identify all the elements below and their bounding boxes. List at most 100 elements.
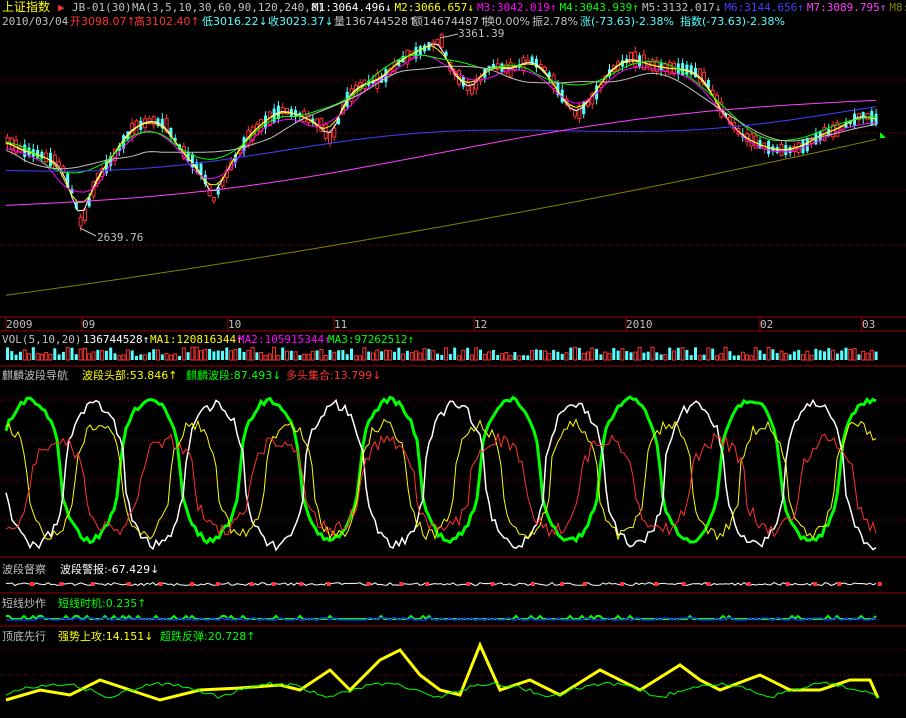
volume-bar xyxy=(31,347,35,360)
volume-bar xyxy=(633,351,638,361)
volume-bar xyxy=(383,349,388,361)
volume-bar xyxy=(586,351,590,361)
volume-bar xyxy=(431,350,436,361)
volume-bar xyxy=(556,351,560,360)
volume-title: VOL(5,10,20) xyxy=(2,333,82,346)
volume-bar xyxy=(57,354,61,360)
volume-ma2: MA2:105915344↑ xyxy=(238,333,331,346)
time-label-12: 12 xyxy=(474,318,488,331)
volume-bar xyxy=(91,351,96,361)
volume-ma1: MA1:120816344↑ xyxy=(150,333,243,346)
volume-bar xyxy=(302,353,307,361)
wave-alarm-marker xyxy=(813,582,818,586)
volume-bar xyxy=(469,354,474,361)
volume-bar xyxy=(706,347,711,361)
candle-body xyxy=(633,51,638,68)
volume-bar xyxy=(500,353,504,361)
time-label-2010: 2010 xyxy=(626,318,653,331)
volume-bar xyxy=(857,354,861,360)
volume-bar xyxy=(319,348,324,361)
volume-bar xyxy=(147,352,151,360)
volume-bar xyxy=(737,355,740,360)
volume-bar xyxy=(831,349,836,361)
wave-nav-title[interactable]: 麒麟波段导航 xyxy=(2,369,68,382)
strong-attack-line xyxy=(5,641,880,702)
volume-bar xyxy=(173,353,178,361)
volume-bar xyxy=(775,353,779,360)
wave-alarm-marker xyxy=(249,582,254,586)
volume-bar xyxy=(10,351,14,360)
volume-bar xyxy=(78,348,83,361)
high-price-mark: 3361.39 xyxy=(458,27,505,40)
volume-bar xyxy=(74,354,78,360)
volume-bar xyxy=(672,350,676,361)
volume-bar xyxy=(405,350,409,360)
volume-bar xyxy=(461,349,466,361)
wave-alarm-marker xyxy=(654,582,659,586)
wave-alarm-marker xyxy=(158,582,163,586)
wave-alarm-marker xyxy=(271,582,276,586)
volume-bar xyxy=(276,354,281,361)
volume-bar xyxy=(263,355,268,361)
volume-bar xyxy=(362,347,367,361)
volume-bar xyxy=(125,349,130,361)
volume-bar xyxy=(281,347,285,360)
wave-head-label: 波段头部:53.846↑ xyxy=(82,369,178,382)
volume-bar xyxy=(353,355,358,361)
volume-bar xyxy=(728,351,732,360)
volume-bar xyxy=(595,348,599,360)
volume-bar xyxy=(719,353,724,361)
volume-bar xyxy=(646,351,650,360)
volume-bar xyxy=(18,351,22,360)
short-term-title[interactable]: 短线炒作 xyxy=(2,597,46,610)
volume-bar xyxy=(6,347,9,360)
volume-bar xyxy=(496,355,500,360)
stock-chart-canvas[interactable] xyxy=(0,0,906,718)
wave-watch-title[interactable]: 波段督察 xyxy=(2,563,46,576)
volume-bar xyxy=(491,349,495,360)
volume-bar xyxy=(306,353,311,361)
volume-bar xyxy=(792,351,796,360)
volume-bar xyxy=(797,349,801,360)
volume-bar xyxy=(113,353,117,360)
wave-alarm-marker xyxy=(619,582,624,586)
volume-bar xyxy=(530,350,535,361)
volume-bar xyxy=(350,348,353,360)
time-label-2009: 2009 xyxy=(6,318,33,331)
volume-bar xyxy=(221,350,224,360)
volume-bar xyxy=(380,351,384,360)
volume-bar xyxy=(246,349,251,361)
volume-bar xyxy=(65,347,70,361)
volume-bar xyxy=(771,349,775,360)
wave-band-line xyxy=(4,395,877,545)
volume-bar xyxy=(212,351,216,360)
volume-bar xyxy=(753,347,758,361)
volume-bar xyxy=(552,349,556,360)
volume-bar xyxy=(87,353,92,361)
volume-bar xyxy=(259,351,264,361)
volume-bar xyxy=(482,353,487,361)
wave-alarm-marker xyxy=(706,582,711,586)
ma5-line xyxy=(5,65,877,170)
wave-alarm-marker xyxy=(366,582,371,586)
volume-bars xyxy=(6,346,878,361)
volume-bar xyxy=(869,349,874,361)
wave-alarm-marker xyxy=(126,582,131,586)
volume-bar xyxy=(573,346,578,361)
volume-bar xyxy=(337,350,341,360)
volume-bar xyxy=(323,354,328,361)
candle-body xyxy=(57,161,62,167)
volume-bar xyxy=(453,347,457,360)
volume-bar xyxy=(401,353,406,361)
volume-bar xyxy=(620,348,625,361)
volume-bar xyxy=(659,354,663,360)
volume-bar xyxy=(143,354,148,361)
time-label-02: 02 xyxy=(760,318,774,331)
volume-bar xyxy=(723,346,728,361)
volume-bar xyxy=(186,352,190,360)
volume-bar xyxy=(809,354,814,361)
wave-alarm-marker xyxy=(425,582,430,586)
volume-bar xyxy=(702,354,706,360)
wave-alarm-marker xyxy=(530,582,535,586)
top-bottom-title[interactable]: 顶底先行 xyxy=(2,630,46,643)
